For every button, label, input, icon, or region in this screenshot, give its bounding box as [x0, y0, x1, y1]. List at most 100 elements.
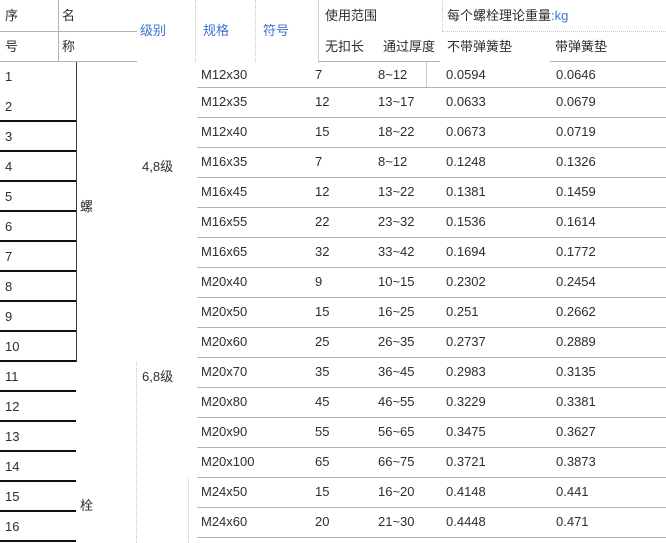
spec-cell: M20x100	[201, 447, 301, 477]
header-spec-link[interactable]: 规格	[203, 24, 229, 38]
thickness-cell: 56~65	[378, 417, 438, 447]
thickness-cell: 21~30	[378, 507, 438, 537]
weight-spring-cell: 0.0646	[556, 62, 646, 87]
weight-spring-cell: 0.2662	[556, 297, 646, 327]
header-weight-title: 每个螺栓理论重量:kg	[447, 9, 568, 23]
header-name-bottom: 称	[62, 40, 75, 54]
no-thread-cell: 15	[315, 117, 365, 147]
bolt-weight-table: 序 号 名 称 级别 规格 符号 使用范围 无扣长 通过厚度 每个螺栓理论重量:…	[0, 0, 666, 543]
name-group-char-top: 螺	[80, 200, 93, 214]
thickness-cell: 23~32	[378, 207, 438, 237]
header-serial-bottom: 号	[5, 40, 18, 54]
spec-cell: M16x55	[201, 207, 301, 237]
weight-spring-cell: 0.3135	[556, 357, 646, 387]
serial-number-cell: 11	[5, 362, 65, 392]
serial-number-cell: 2	[5, 92, 65, 122]
weight-plain-cell: 0.4448	[446, 507, 536, 537]
weight-title-text: 每个螺栓理论重量	[447, 8, 551, 23]
serial-number-cell: 6	[5, 212, 65, 242]
serial-number-cell: 9	[5, 302, 65, 332]
no-thread-cell: 12	[315, 87, 365, 117]
weight-plain-cell: 0.1536	[446, 207, 536, 237]
serial-number-cell: 4	[5, 152, 65, 182]
weight-plain-cell: 0.1381	[446, 177, 536, 207]
serial-number-cell: 10	[5, 332, 65, 362]
weight-plain-cell: 0.2737	[446, 327, 536, 357]
weight-spring-cell: 0.471	[556, 507, 646, 537]
weight-spring-cell: 0.2889	[556, 327, 646, 357]
weight-unit-link[interactable]: :kg	[551, 8, 568, 23]
no-thread-cell: 32	[315, 237, 365, 267]
weight-plain-cell: 0.0633	[446, 87, 536, 117]
grade-group-upper: 4,8级	[142, 160, 173, 174]
thickness-cell: 13~17	[378, 87, 438, 117]
thickness-cell: 26~35	[378, 327, 438, 357]
weight-spring-cell: 0.3873	[556, 447, 646, 477]
header-name-top: 名	[62, 9, 75, 23]
grade-group-lower: 6,8级	[142, 370, 173, 384]
weight-plain-cell: 0.3475	[446, 417, 536, 447]
header-symbol-link[interactable]: 符号	[263, 24, 289, 38]
weight-plain-cell: 0.251	[446, 297, 536, 327]
weight-spring-cell: 0.1459	[556, 177, 646, 207]
serial-number-cell: 16	[5, 512, 65, 542]
no-thread-cell: 65	[315, 447, 365, 477]
serial-number-cell: 8	[5, 272, 65, 302]
spec-cell: M20x80	[201, 387, 301, 417]
weight-spring-cell: 0.3381	[556, 387, 646, 417]
spec-cell: M20x90	[201, 417, 301, 447]
thickness-cell: 66~75	[378, 447, 438, 477]
grade-lower-left-border	[136, 362, 137, 543]
no-thread-cell: 15	[315, 297, 365, 327]
header-mid-rule-weight	[442, 31, 666, 32]
thickness-cell: 18~22	[378, 117, 438, 147]
no-thread-cell: 9	[315, 267, 365, 297]
weight-spring-cell: 0.0679	[556, 87, 646, 117]
serial-number-cell: 12	[5, 392, 65, 422]
spec-cell: M20x70	[201, 357, 301, 387]
serial-number-cell: 13	[5, 422, 65, 452]
header-mid-rule-left	[0, 31, 137, 32]
weight-spring-cell: 0.1772	[556, 237, 646, 267]
weight-plain-cell: 0.3721	[446, 447, 536, 477]
spec-cell: M20x40	[201, 267, 301, 297]
no-thread-cell: 45	[315, 387, 365, 417]
no-thread-cell: 55	[315, 417, 365, 447]
header-with-spring-washer: 带弹簧垫	[555, 40, 607, 54]
weight-plain-cell: 0.0594	[446, 62, 536, 87]
spec-cell: M20x50	[201, 297, 301, 327]
spec-cell: M16x65	[201, 237, 301, 267]
thickness-cell: 16~25	[378, 297, 438, 327]
serial-number-cell: 1	[5, 62, 65, 92]
header-grade-link[interactable]: 级别	[140, 24, 166, 38]
no-thread-cell: 25	[315, 327, 365, 357]
weight-spring-cell: 0.0719	[556, 117, 646, 147]
header-serial-top: 序	[5, 9, 18, 23]
weight-plain-cell: 0.1248	[446, 147, 536, 177]
no-thread-cell: 12	[315, 177, 365, 207]
serial-number-cell: 5	[5, 182, 65, 212]
weight-spring-cell: 0.2454	[556, 267, 646, 297]
name-group-char-bottom: 栓	[80, 499, 93, 513]
thickness-cell: 46~55	[378, 387, 438, 417]
weight-spring-cell: 0.1326	[556, 147, 646, 177]
no-thread-cell: 20	[315, 507, 365, 537]
spec-cell: M12x30	[201, 62, 301, 87]
header-usage-range: 使用范围	[325, 9, 377, 23]
header-divider-serial-name	[58, 0, 59, 62]
header-divider-spec-symbol	[255, 0, 256, 62]
thickness-cell: 16~20	[378, 477, 438, 507]
weight-plain-cell: 0.2302	[446, 267, 536, 297]
header-without-spring-washer: 不带弹簧垫	[447, 40, 512, 54]
weight-spring-cell: 0.441	[556, 477, 646, 507]
serial-number-cell: 7	[5, 242, 65, 272]
weight-plain-cell: 0.3229	[446, 387, 536, 417]
no-thread-cell: 7	[315, 147, 365, 177]
thickness-cell: 8~12	[378, 62, 438, 87]
no-thread-cell: 7	[315, 62, 365, 87]
thickness-cell: 36~45	[378, 357, 438, 387]
serial-number-cell: 3	[5, 122, 65, 152]
weight-plain-cell: 0.1694	[446, 237, 536, 267]
data-row-separator	[197, 537, 666, 538]
thickness-cell: 8~12	[378, 147, 438, 177]
